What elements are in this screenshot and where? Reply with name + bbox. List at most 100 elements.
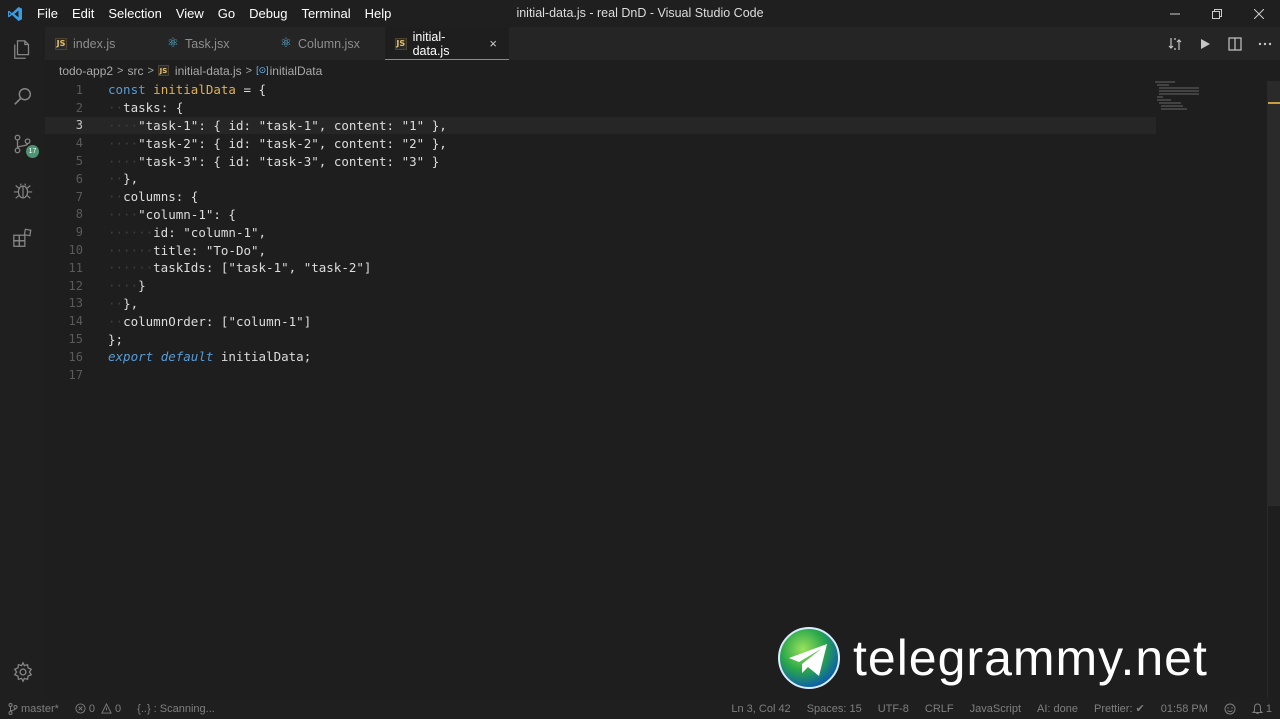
js-file-icon: JS — [55, 37, 67, 50]
breadcrumb-file[interactable]: initial-data.js — [175, 64, 242, 78]
menu-file[interactable]: File — [30, 0, 65, 27]
ellipsis-icon — [1258, 42, 1272, 45]
code-line: 10 ······title: "To-Do", — [45, 241, 1267, 259]
code-line: 6 ··}, — [45, 170, 1267, 188]
close-window-button[interactable] — [1238, 0, 1280, 27]
code-line: 8 ····"column-1": { — [45, 206, 1267, 224]
vscode-logo-icon — [0, 0, 30, 27]
line-number: 9 — [75, 225, 83, 240]
eol-status[interactable]: CRLF — [917, 703, 962, 715]
scrollbar-thumb[interactable] — [1268, 81, 1280, 506]
prettier-status[interactable]: Prettier: ✔ — [1086, 702, 1153, 715]
close-icon — [1254, 8, 1264, 19]
code-line-current: 3 ····"task-1": { id: "task-1", content:… — [45, 116, 1156, 135]
variable-symbol-icon: [⊙] — [256, 65, 269, 75]
restore-icon — [1212, 8, 1222, 19]
line-number: 12 — [68, 278, 83, 293]
menu-help[interactable]: Help — [358, 0, 399, 27]
run-button[interactable] — [1190, 27, 1220, 60]
line-number: 3 — [75, 118, 83, 133]
ai-status[interactable]: AI: done — [1029, 703, 1086, 715]
tab-label: initial-data.js — [412, 29, 450, 58]
menu-selection[interactable]: Selection — [101, 0, 168, 27]
breadcrumb-folder-src[interactable]: src — [127, 64, 143, 78]
scanning-status[interactable]: {..} : Scanning... — [129, 703, 223, 715]
menu-edit[interactable]: Edit — [65, 0, 101, 27]
notifications-button[interactable]: 1 — [1244, 703, 1280, 715]
cursor-position[interactable]: Ln 3, Col 42 — [723, 703, 798, 715]
bug-icon — [13, 183, 32, 199]
menu-debug[interactable]: Debug — [242, 0, 294, 27]
window-controls — [1154, 0, 1280, 27]
breadcrumb-symbol[interactable]: initialData — [270, 64, 323, 78]
problems-status[interactable]: 0 0 — [67, 703, 129, 715]
tab-initial-data-js[interactable]: JS initial-data.js × — [385, 27, 509, 60]
menu-terminal[interactable]: Terminal — [294, 0, 357, 27]
bell-icon — [1251, 702, 1263, 714]
tab-index-js[interactable]: JS index.js — [45, 27, 157, 60]
explorer-button[interactable] — [0, 27, 45, 73]
extensions-button[interactable] — [0, 215, 45, 261]
files-icon — [13, 40, 29, 59]
react-icon: ⚛ — [280, 36, 292, 51]
js-file-icon: JS — [157, 65, 169, 76]
minimap[interactable] — [1155, 81, 1215, 121]
gear-icon — [13, 661, 32, 683]
cursor-position-marker — [1268, 102, 1280, 104]
line-number: 15 — [68, 332, 83, 347]
status-bar: master* 0 0 {..} : Scanning... Ln 3, Col… — [0, 698, 1280, 719]
status-bar-right: Ln 3, Col 42 Spaces: 15 UTF-8 CRLF JavaS… — [723, 698, 1280, 719]
code-line: 5 ····"task-3": { id: "task-3", content:… — [45, 152, 1267, 170]
menu-go[interactable]: Go — [211, 0, 242, 27]
play-icon — [1201, 38, 1210, 49]
editor-actions — [1160, 27, 1280, 60]
source-control-button[interactable] — [0, 121, 45, 167]
split-editor-button[interactable] — [1220, 27, 1250, 60]
code-line: 12 ····} — [45, 277, 1267, 295]
tab-label: index.js — [73, 36, 116, 51]
compare-changes-icon — [1168, 37, 1182, 50]
code-line: 15 }; — [45, 330, 1267, 348]
manage-button[interactable] — [0, 649, 45, 695]
indentation-status[interactable]: Spaces: 15 — [799, 703, 870, 715]
line-number: 17 — [68, 367, 83, 382]
open-changes-button[interactable] — [1160, 27, 1190, 60]
debug-button[interactable] — [0, 168, 45, 214]
tab-label: Column.jsx — [298, 36, 360, 51]
tab-task-jsx[interactable]: ⚛ Task.jsx — [157, 27, 270, 60]
breadcrumb-folder-todo-app2[interactable]: todo-app2 — [59, 64, 113, 78]
split-editor-icon — [1228, 36, 1242, 51]
language-mode[interactable]: JavaScript — [962, 703, 1029, 715]
editor-tabs: JS index.js ⚛ Task.jsx ⚛ Column.jsx JS i… — [45, 27, 1280, 60]
code-line: 9 ······id: "column-1", — [45, 223, 1267, 241]
code-editor[interactable]: 1 const initialData = { 2 ··tasks: { 3 ·… — [45, 81, 1267, 698]
line-number: 8 — [75, 207, 83, 222]
warning-icon — [101, 703, 112, 714]
title-bar: File Edit Selection View Go Debug Termin… — [0, 0, 1280, 27]
encoding-status[interactable]: UTF-8 — [870, 703, 917, 715]
smiley-icon — [1224, 703, 1236, 714]
line-number: 4 — [75, 136, 83, 151]
restore-button[interactable] — [1196, 0, 1238, 27]
code-line: 4 ····"task-2": { id: "task-2", content:… — [45, 134, 1267, 152]
code-line: 13 ··}, — [45, 295, 1267, 313]
branch-name: master* — [21, 702, 59, 715]
search-icon — [13, 88, 31, 105]
code-line: 2 ··tasks: { — [45, 99, 1267, 117]
search-button[interactable] — [0, 74, 45, 120]
tab-label: Task.jsx — [185, 36, 230, 51]
line-number: 14 — [68, 314, 83, 329]
line-number: 6 — [75, 171, 83, 186]
minimize-button[interactable] — [1154, 0, 1196, 27]
close-tab-icon[interactable]: × — [489, 36, 497, 51]
code-line: 17 — [45, 366, 1267, 384]
tab-column-jsx[interactable]: ⚛ Column.jsx — [270, 27, 385, 60]
feedback-button[interactable] — [1216, 703, 1244, 715]
vertical-scrollbar[interactable] — [1267, 81, 1280, 698]
branch-status[interactable]: master* — [0, 702, 67, 715]
code-line: 14 ··columnOrder: ["column-1"] — [45, 312, 1267, 330]
more-actions-button[interactable] — [1250, 27, 1280, 60]
error-count: 0 — [88, 702, 96, 715]
menu-view[interactable]: View — [169, 0, 211, 27]
scm-badge: 17 — [26, 145, 39, 158]
